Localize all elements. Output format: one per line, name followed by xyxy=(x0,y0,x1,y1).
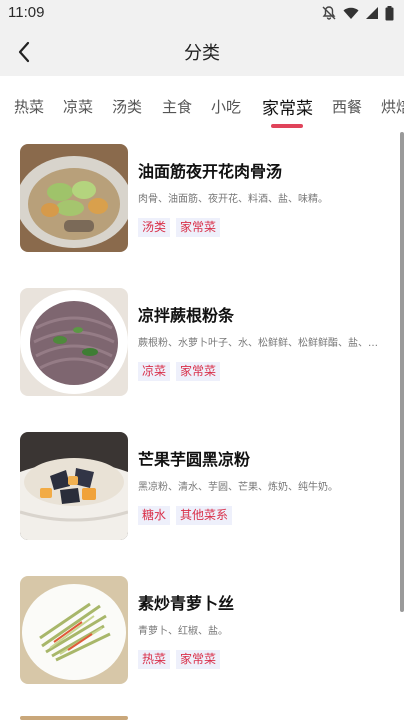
recipe-item[interactable] xyxy=(20,716,390,720)
recipe-ingredients: 黑凉粉、清水、芋圆、芒果、炼奶、纯牛奶。 xyxy=(138,482,338,493)
tab-snacks[interactable]: 小吃 xyxy=(211,96,241,117)
status-icons xyxy=(321,5,394,21)
recipe-tags: 凉菜 家常菜 xyxy=(138,362,221,381)
recipe-title: 凉拌蕨根粉条 xyxy=(138,306,235,325)
recipe-thumbnail xyxy=(20,716,128,720)
recipe-tag[interactable]: 凉菜 xyxy=(138,362,171,381)
scrollbar[interactable] xyxy=(400,132,404,612)
recipe-title: 油面筋夜开花肉骨汤 xyxy=(138,162,283,181)
tab-staple-food[interactable]: 主食 xyxy=(162,96,192,117)
recipe-thumbnail xyxy=(20,144,128,252)
category-tabs: 热菜 凉菜 汤类 主食 小吃 家常菜 西餐 烘焙 xyxy=(0,86,404,130)
recipe-tags: 汤类 家常菜 xyxy=(138,218,221,237)
recipe-ingredients: 肉骨、油面筋、夜开花、料酒、盐、味精。 xyxy=(138,194,328,205)
tab-baking[interactable]: 烘焙 xyxy=(381,96,404,117)
app-header: 分类 xyxy=(0,26,404,76)
tab-home-cooking[interactable]: 家常菜 xyxy=(262,94,313,119)
page-title: 分类 xyxy=(184,43,220,64)
recipe-thumbnail xyxy=(20,432,128,540)
recipe-tag[interactable]: 家常菜 xyxy=(176,650,221,669)
recipe-title: 芒果芋圆黑凉粉 xyxy=(138,450,251,469)
battery-icon xyxy=(385,5,394,21)
status-time: 11:09 xyxy=(8,4,45,21)
recipe-item[interactable]: 油面筋夜开花肉骨汤 肉骨、油面筋、夜开花、料酒、盐、味精。 汤类 家常菜 xyxy=(20,144,390,254)
recipe-title: 素炒青萝卜丝 xyxy=(138,594,235,613)
status-bar: 11:09 xyxy=(0,0,404,26)
recipe-tag[interactable]: 糖水 xyxy=(138,506,171,525)
recipe-thumbnail xyxy=(20,288,128,396)
recipe-ingredients: 蕨根粉、水萝卜叶子、水、松鲜鲜、松鲜鲜酯、盐、酱油 xyxy=(138,338,386,349)
recipe-ingredients: 青萝卜、红椒、盐。 xyxy=(138,626,228,637)
recipe-tag[interactable]: 汤类 xyxy=(138,218,171,237)
tab-cold-dishes[interactable]: 凉菜 xyxy=(63,96,93,117)
recipe-tag[interactable]: 家常菜 xyxy=(176,218,221,237)
signal-icon xyxy=(365,6,379,20)
recipe-tag[interactable]: 家常菜 xyxy=(176,362,221,381)
tab-western[interactable]: 西餐 xyxy=(332,96,362,117)
recipe-item[interactable]: 素炒青萝卜丝 青萝卜、红椒、盐。 热菜 家常菜 xyxy=(20,576,390,686)
recipe-tag[interactable]: 热菜 xyxy=(138,650,171,669)
recipe-item[interactable]: 凉拌蕨根粉条 蕨根粉、水萝卜叶子、水、松鲜鲜、松鲜鲜酯、盐、酱油 凉菜 家常菜 xyxy=(20,288,390,398)
recipe-tag[interactable]: 其他菜系 xyxy=(176,506,233,525)
tab-hot-dishes[interactable]: 热菜 xyxy=(14,96,44,117)
mute-icon xyxy=(321,5,337,21)
recipe-thumbnail xyxy=(20,576,128,684)
recipe-item[interactable]: 芒果芋圆黑凉粉 黑凉粉、清水、芋圆、芒果、炼奶、纯牛奶。 糖水 其他菜系 xyxy=(20,432,390,542)
tab-soups[interactable]: 汤类 xyxy=(112,96,142,117)
recipe-tags: 热菜 家常菜 xyxy=(138,650,221,669)
wifi-icon xyxy=(343,6,359,20)
recipe-tags: 糖水 其他菜系 xyxy=(138,506,233,525)
active-tab-indicator xyxy=(271,124,303,128)
